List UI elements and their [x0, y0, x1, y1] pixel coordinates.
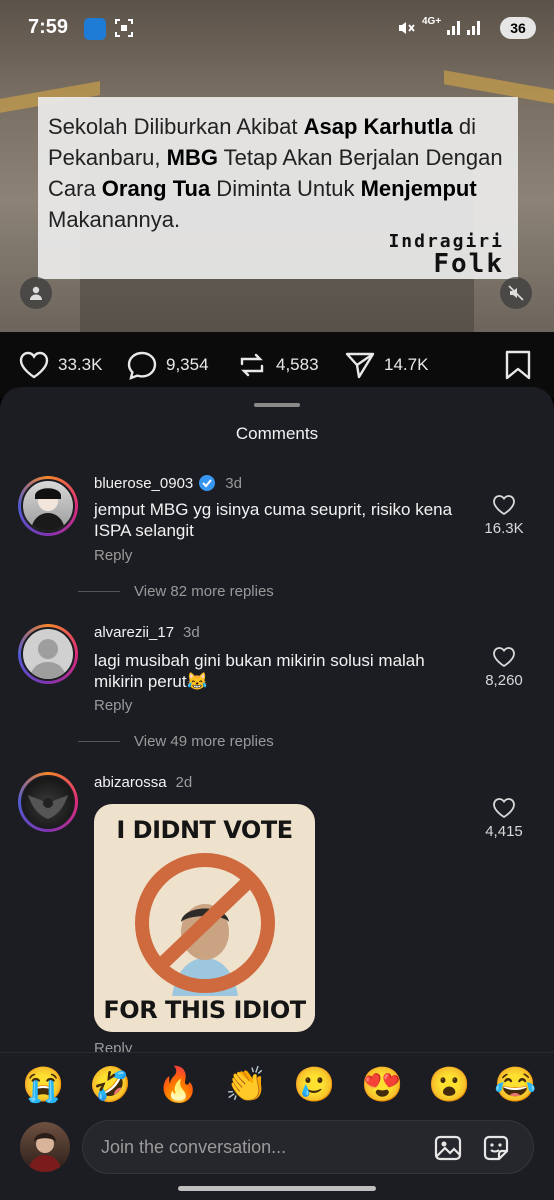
- screenshot-icon: [115, 19, 133, 37]
- speaker-muted-icon: [508, 285, 524, 301]
- sheet-drag-handle[interactable]: [254, 403, 300, 407]
- caption-segment: Diminta Untuk: [210, 176, 361, 201]
- view-replies-label: View 82 more replies: [134, 583, 274, 600]
- comment-time: 3d: [225, 474, 242, 492]
- avatar-image: [31, 488, 65, 531]
- share-button[interactable]: 14.7K: [344, 350, 428, 380]
- like-count: 33.3K: [58, 355, 103, 374]
- reply-button[interactable]: Reply: [94, 547, 132, 564]
- repost-button[interactable]: 4,583: [236, 350, 319, 380]
- emoji-reaction[interactable]: 👏: [225, 1065, 267, 1105]
- view-replies-button[interactable]: View 49 more replies: [78, 733, 274, 750]
- emoji-reaction[interactable]: 😂: [494, 1065, 536, 1105]
- view-replies-button[interactable]: View 82 more replies: [78, 583, 274, 600]
- comment-image[interactable]: I DIDNT VOTE FOR THIS IDIOT: [94, 804, 315, 1032]
- view-replies-label: View 49 more replies: [134, 733, 274, 750]
- comment-like-count: 16.3K: [484, 520, 524, 537]
- comment-text: jemput MBG yg isinya cuma seuprit, risik…: [94, 500, 453, 540]
- avatar[interactable]: [18, 476, 78, 536]
- caption-segment: Menjemput: [360, 176, 477, 201]
- username-text: abizarossa: [94, 774, 167, 791]
- comment-input-placeholder: Join the conversation...: [101, 1137, 287, 1157]
- bookmark-icon: [505, 350, 531, 380]
- comment-username[interactable]: bluerose_0903 3d: [94, 474, 242, 492]
- heart-icon: [19, 351, 49, 379]
- meme-bottom-text: FOR THIS IDIOT: [103, 996, 306, 1024]
- emoji-reaction[interactable]: 🔥: [157, 1065, 199, 1105]
- sticker-icon[interactable]: [481, 1133, 511, 1163]
- verified-badge-icon: [199, 475, 216, 491]
- comment-count: 9,354: [166, 355, 209, 374]
- comment-time: 2d: [175, 774, 193, 791]
- home-indicator[interactable]: [178, 1186, 376, 1191]
- share-count: 14.7K: [384, 355, 429, 374]
- prohibited-portrait-image: [135, 853, 275, 996]
- meme-top-text: I DIDNT VOTE: [116, 816, 293, 844]
- comment-button[interactable]: 9,354: [126, 350, 209, 380]
- comment-like-button[interactable]: 8,260: [474, 646, 534, 689]
- send-icon: [345, 352, 375, 379]
- pln-mobile-app-icon: [84, 18, 106, 40]
- person-icon: [30, 286, 42, 300]
- comment-like-count: 4,415: [485, 823, 523, 840]
- caption-segment: Makanannya.: [48, 207, 181, 232]
- signal-icon-2: [467, 21, 480, 35]
- user-tag-button[interactable]: [20, 277, 52, 309]
- caption-segment: MBG: [166, 145, 218, 170]
- emoji-reaction[interactable]: 😮: [428, 1065, 470, 1105]
- comment-username[interactable]: alvarezii_17 3d: [94, 624, 200, 641]
- repost-icon: [240, 353, 264, 377]
- caption-segment: Asap Karhutla: [303, 114, 453, 139]
- divider: [78, 741, 120, 742]
- logo-line2: Folk: [433, 249, 504, 279]
- comment-like-button[interactable]: 4,415: [474, 797, 534, 840]
- username-text: bluerose_0903: [94, 474, 194, 492]
- avatar-image: [28, 795, 68, 819]
- comment-like-button[interactable]: 16.3K: [474, 494, 534, 537]
- mute-status-icon: [399, 22, 415, 34]
- heart-icon: [493, 647, 515, 668]
- comment-text: lagi musibah gini bukan mikirin solusi m…: [94, 651, 425, 691]
- caption-segment: Sekolah Diliburkan Akibat: [48, 114, 304, 139]
- my-avatar-image: [28, 1133, 62, 1172]
- reply-button[interactable]: Reply: [94, 697, 132, 714]
- emoji-reaction[interactable]: 😭: [22, 1065, 64, 1105]
- emoji-reaction-bar: 😭 🤣 🔥 👏 🥲 😍 😮 😂: [0, 1052, 554, 1119]
- heart-icon: [493, 495, 515, 516]
- status-bar: 7:59 4G+ 36: [0, 0, 554, 60]
- default-avatar-icon: [30, 639, 66, 679]
- battery-level: 36: [500, 17, 536, 39]
- video-caption-overlay: Sekolah Diliburkan Akibat Asap Karhutla …: [38, 97, 518, 279]
- video-caption-text: Sekolah Diliburkan Akibat Asap Karhutla …: [48, 111, 513, 235]
- comment-like-count: 8,260: [485, 672, 523, 689]
- emoji-reaction[interactable]: 😍: [361, 1065, 403, 1105]
- comment-time: 3d: [183, 624, 200, 641]
- comment-input[interactable]: Join the conversation...: [82, 1120, 534, 1174]
- repost-count: 4,583: [276, 355, 319, 374]
- avatar[interactable]: [18, 624, 78, 684]
- comment-username[interactable]: abizarossa 2d: [94, 774, 192, 791]
- mute-button[interactable]: [500, 277, 532, 309]
- avatar[interactable]: [18, 772, 78, 832]
- emoji-reaction[interactable]: 🤣: [89, 1065, 131, 1105]
- status-time: 7:59: [28, 16, 69, 38]
- divider: [78, 591, 120, 592]
- username-text: alvarezii_17: [94, 624, 175, 641]
- emoji-reaction[interactable]: 🥲: [293, 1065, 335, 1105]
- comment-bubble-icon: [127, 351, 157, 380]
- like-button[interactable]: 33.3K: [18, 350, 102, 380]
- caption-segment: Orang Tua: [101, 176, 211, 201]
- signal-icon: [447, 21, 460, 35]
- heart-icon: [493, 798, 515, 819]
- avatar: [20, 1122, 70, 1172]
- sheet-title: Comments: [235, 424, 319, 443]
- save-button[interactable]: [504, 350, 532, 380]
- network-type: 4G+: [422, 16, 442, 27]
- image-icon[interactable]: [433, 1133, 463, 1163]
